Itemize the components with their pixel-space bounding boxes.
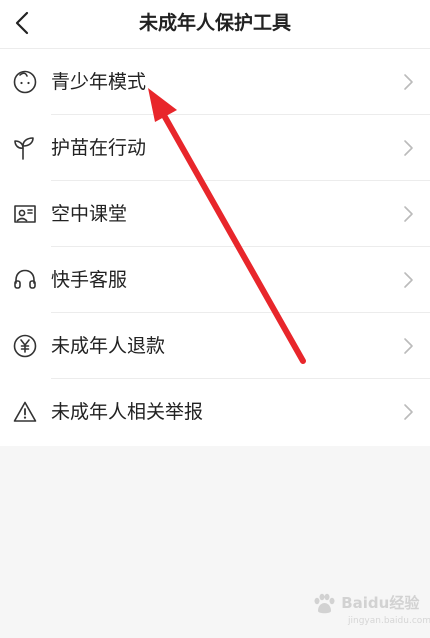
chevron-right-icon: [404, 404, 413, 420]
baidu-paw-icon: [314, 593, 335, 613]
warning-triangle-icon: [13, 401, 37, 422]
chevron-right-icon: [404, 206, 413, 222]
chevron-right-icon: [404, 272, 413, 288]
top-bar: 未成年人保护工具: [0, 0, 430, 49]
menu-item-label: 未成年人相关举报: [51, 401, 204, 423]
watermark-url: jingyan.baidu.com: [348, 616, 430, 626]
menu-item-minor-refund[interactable]: 未成年人退款: [0, 313, 430, 379]
chevron-right-icon: [404, 74, 413, 90]
sprout-icon: [14, 137, 34, 160]
menu-item-air-classroom[interactable]: 空中课堂: [0, 181, 430, 247]
yen-coin-icon: [13, 334, 37, 358]
menu-item-label: 未成年人退款: [51, 335, 166, 357]
page-title: 未成年人保护工具: [138, 12, 291, 34]
watermark-brand: Baidu经验: [341, 594, 420, 612]
menu-item-protect-seedlings[interactable]: 护苗在行动: [0, 115, 430, 181]
menu-item-label: 快手客服: [51, 269, 128, 291]
menu-item-youth-mode[interactable]: 青少年模式: [0, 49, 430, 115]
menu-item-label: 青少年模式: [51, 71, 147, 93]
headset-icon: [14, 269, 36, 289]
menu-item-minor-report[interactable]: 未成年人相关举报: [0, 379, 430, 445]
settings-list: 青少年模式 护苗在行动 空中课堂 快手客服 未成年人退款 未成年人相关举报: [0, 49, 430, 446]
menu-item-label: 护苗在行动: [51, 137, 147, 159]
child-face-icon: [13, 70, 37, 94]
baidu-jingyan-watermark: Baidu经验 jingyan.baidu.com: [312, 592, 430, 626]
menu-item-customer-service[interactable]: 快手客服: [0, 247, 430, 313]
chevron-right-icon: [404, 338, 413, 354]
chevron-right-icon: [404, 140, 413, 156]
classroom-screen-icon: [14, 205, 36, 223]
menu-item-label: 空中课堂: [51, 203, 128, 225]
